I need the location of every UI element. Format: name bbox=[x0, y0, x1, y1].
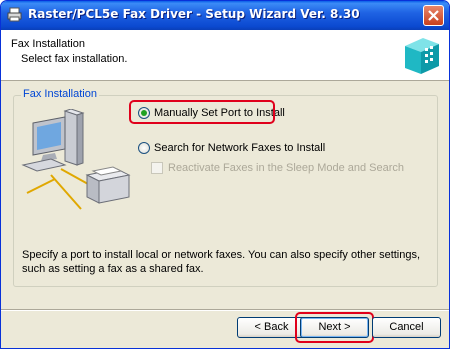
group-legend: Fax Installation bbox=[21, 88, 99, 100]
reactivate-option[interactable]: Reactivate Faxes in the Sleep Mode and S… bbox=[151, 162, 404, 174]
close-icon bbox=[428, 10, 439, 21]
page-subtitle: Select fax installation. bbox=[21, 53, 128, 65]
description-text: Specify a port to install local or netwo… bbox=[22, 249, 421, 275]
setup-box-icon bbox=[405, 38, 439, 74]
wizard-header: Fax Installation Select fax installation… bbox=[1, 30, 449, 81]
window-title: Raster/PCL5e Fax Driver - Setup Wizard V… bbox=[28, 7, 360, 21]
footer-separator bbox=[1, 309, 449, 311]
page-title: Fax Installation bbox=[11, 38, 85, 50]
search-network-option[interactable]: Search for Network Faxes to Install bbox=[138, 142, 325, 154]
search-network-radio[interactable] bbox=[138, 142, 150, 154]
cancel-button[interactable]: Cancel bbox=[372, 317, 441, 338]
title-bar[interactable]: Raster/PCL5e Fax Driver - Setup Wizard V… bbox=[1, 1, 449, 30]
reactivate-checkbox[interactable] bbox=[151, 162, 163, 174]
printer-app-icon bbox=[7, 7, 22, 22]
setup-wizard-window: Raster/PCL5e Fax Driver - Setup Wizard V… bbox=[0, 0, 450, 349]
search-network-label[interactable]: Search for Network Faxes to Install bbox=[154, 142, 325, 154]
manual-port-highlight bbox=[129, 100, 275, 124]
reactivate-label: Reactivate Faxes in the Sleep Mode and S… bbox=[168, 162, 405, 174]
next-button-highlight bbox=[295, 312, 374, 343]
computer-printer-illustration bbox=[21, 109, 131, 210]
close-button[interactable] bbox=[423, 5, 444, 26]
